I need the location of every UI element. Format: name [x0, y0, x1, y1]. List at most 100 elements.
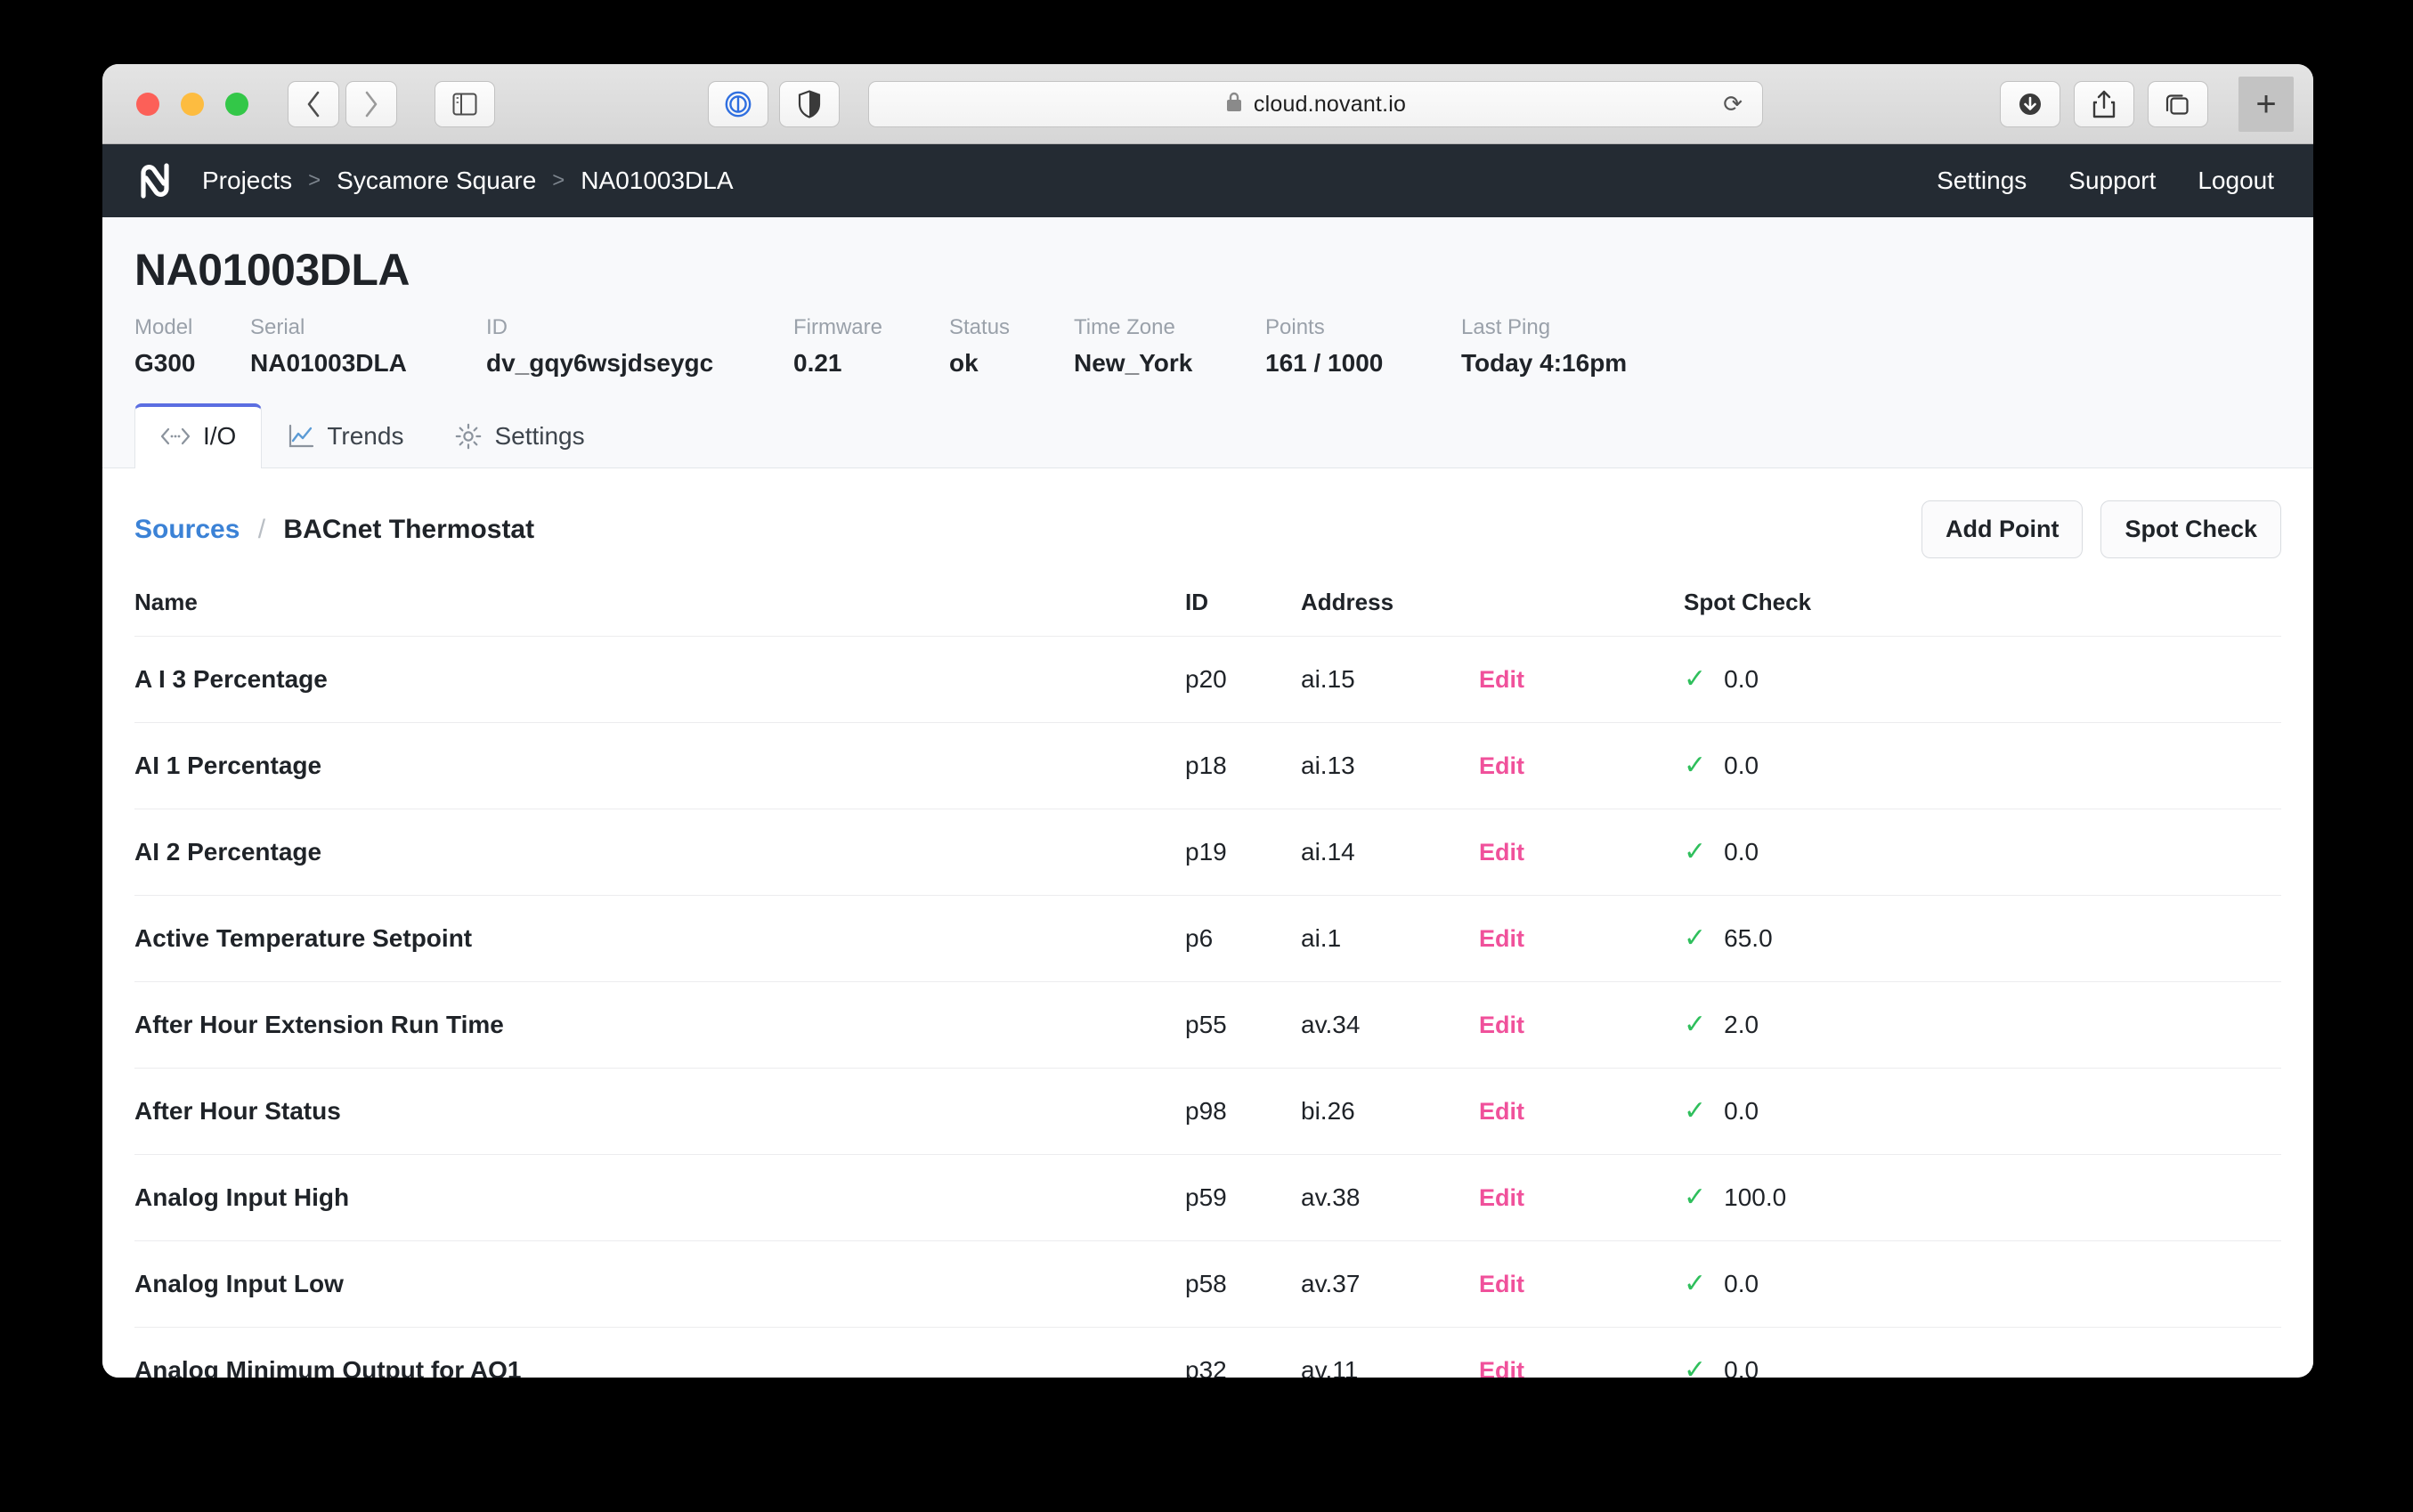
column-header-address: Address: [1301, 589, 1479, 637]
tab-settings[interactable]: Settings: [429, 403, 610, 468]
edit-cell[interactable]: Edit: [1479, 1328, 1684, 1378]
breadcrumb-item-device[interactable]: NA01003DLA: [581, 167, 733, 195]
meta-label: Time Zone: [1074, 315, 1265, 340]
checkmark-icon: ✓: [1684, 1098, 1706, 1125]
point-id: p6: [1185, 896, 1301, 982]
meta-points: Points 161 / 1000: [1265, 315, 1461, 378]
table-row[interactable]: Analog Input Low p58 av.37 Edit ✓ 0.0: [134, 1241, 2281, 1328]
edit-link[interactable]: Edit: [1479, 1098, 1524, 1125]
privacy-shield-icon[interactable]: [779, 81, 840, 127]
breadcrumb-item-project[interactable]: Sycamore Square: [337, 167, 536, 195]
tab-trends[interactable]: Trends: [262, 403, 429, 468]
table-row[interactable]: After Hour Extension Run Time p55 av.34 …: [134, 982, 2281, 1069]
edit-cell[interactable]: Edit: [1479, 1069, 1684, 1155]
edit-cell[interactable]: Edit: [1479, 809, 1684, 896]
table-row[interactable]: AI 1 Percentage p18 ai.13 Edit ✓ 0.0: [134, 723, 2281, 809]
reader-mode-icon[interactable]: [708, 81, 768, 127]
new-tab-button[interactable]: +: [2238, 77, 2294, 132]
tab-overview-icon[interactable]: [2148, 81, 2208, 127]
table-row[interactable]: A I 3 Percentage p20 ai.15 Edit ✓ 0.0: [134, 637, 2281, 723]
point-name: Analog Input Low: [134, 1241, 1185, 1328]
edit-link[interactable]: Edit: [1479, 666, 1524, 693]
edit-link[interactable]: Edit: [1479, 925, 1524, 952]
table-row[interactable]: Active Temperature Setpoint p6 ai.1 Edit…: [134, 896, 2281, 982]
breadcrumb-separator: >: [308, 168, 321, 193]
spot-check-cell: ✓ 2.0: [1684, 982, 2281, 1069]
point-id: p18: [1185, 723, 1301, 809]
novant-logo[interactable]: [134, 160, 175, 201]
point-address: av.11: [1301, 1328, 1479, 1378]
nav-link-logout[interactable]: Logout: [2198, 167, 2274, 195]
meta-label: Last Ping: [1461, 315, 1728, 340]
url-bar[interactable]: cloud.novant.io ⟳: [868, 81, 1763, 127]
spot-check-value: 0.0: [1724, 1356, 1759, 1378]
point-name: A I 3 Percentage: [134, 637, 1185, 723]
sources-link[interactable]: Sources: [134, 515, 240, 544]
nav-link-settings[interactable]: Settings: [1937, 167, 2027, 195]
spot-check-value: 65.0: [1724, 924, 1773, 953]
breadcrumb-separator: >: [552, 168, 565, 193]
add-point-button[interactable]: Add Point: [1921, 500, 2083, 558]
point-address: av.38: [1301, 1155, 1479, 1241]
device-tabs: I/O Trends: [102, 402, 2313, 467]
breadcrumb-item-projects[interactable]: Projects: [202, 167, 292, 195]
window-controls[interactable]: [136, 93, 248, 116]
reload-icon[interactable]: ⟳: [1723, 91, 1743, 118]
tab-label: I/O: [203, 422, 236, 451]
back-chevron-icon[interactable]: [288, 81, 339, 127]
edit-cell[interactable]: Edit: [1479, 896, 1684, 982]
app-navigation-bar: Projects > Sycamore Square > NA01003DLA …: [102, 144, 2313, 217]
table-row[interactable]: After Hour Status p98 bi.26 Edit ✓ 0.0: [134, 1069, 2281, 1155]
meta-model: Model G300: [134, 315, 250, 378]
edit-cell[interactable]: Edit: [1479, 637, 1684, 723]
spot-check-cell: ✓ 0.0: [1684, 723, 2281, 809]
edit-link[interactable]: Edit: [1479, 1271, 1524, 1297]
share-icon[interactable]: [2074, 81, 2134, 127]
point-name: After Hour Extension Run Time: [134, 982, 1185, 1069]
checkmark-icon: ✓: [1684, 839, 1706, 866]
edit-link[interactable]: Edit: [1479, 1012, 1524, 1038]
maximize-window-button[interactable]: [225, 93, 248, 116]
point-name: Analog Minimum Output for AO1: [134, 1328, 1185, 1378]
edit-link[interactable]: Edit: [1479, 752, 1524, 779]
point-address: bi.26: [1301, 1069, 1479, 1155]
page-title: NA01003DLA: [102, 244, 2313, 296]
edit-cell[interactable]: Edit: [1479, 1155, 1684, 1241]
close-window-button[interactable]: [136, 93, 159, 116]
source-actions: Add Point Spot Check: [1921, 500, 2281, 558]
minimize-window-button[interactable]: [181, 93, 204, 116]
spot-check-button[interactable]: Spot Check: [2100, 500, 2281, 558]
meta-value: dv_gqy6wsjdseygc: [486, 349, 793, 378]
edit-link[interactable]: Edit: [1479, 1357, 1524, 1378]
meta-label: ID: [486, 315, 793, 340]
tab-io[interactable]: I/O: [134, 403, 262, 468]
edit-cell[interactable]: Edit: [1479, 723, 1684, 809]
edit-cell[interactable]: Edit: [1479, 1241, 1684, 1328]
spot-check-value: 100.0: [1724, 1183, 1786, 1212]
edit-cell[interactable]: Edit: [1479, 982, 1684, 1069]
current-source-label: BACnet Thermostat: [283, 515, 534, 544]
point-id: p32: [1185, 1328, 1301, 1378]
edit-link[interactable]: Edit: [1479, 839, 1524, 866]
spot-check-cell: ✓ 0.0: [1684, 1328, 2281, 1378]
edit-link[interactable]: Edit: [1479, 1184, 1524, 1211]
download-icon[interactable]: [2000, 81, 2060, 127]
meta-value: ok: [949, 349, 1074, 378]
table-row[interactable]: AI 2 Percentage p19 ai.14 Edit ✓ 0.0: [134, 809, 2281, 896]
sidebar-toggle-icon[interactable]: [435, 81, 495, 127]
url-text: cloud.novant.io: [1254, 92, 1406, 118]
table-row[interactable]: Analog Minimum Output for AO1 p32 av.11 …: [134, 1328, 2281, 1378]
table-row[interactable]: Analog Input High p59 av.38 Edit ✓ 100.0: [134, 1155, 2281, 1241]
forward-chevron-icon[interactable]: [345, 81, 397, 127]
code-brackets-icon: [160, 427, 191, 446]
checkmark-icon: ✓: [1684, 752, 1706, 779]
device-header: NA01003DLA Model G300 Serial NA01003DLA …: [102, 217, 2313, 468]
point-name: AI 2 Percentage: [134, 809, 1185, 896]
nav-link-support[interactable]: Support: [2068, 167, 2156, 195]
spot-check-value: 0.0: [1724, 1097, 1759, 1126]
table-body: A I 3 Percentage p20 ai.15 Edit ✓ 0.0 AI…: [134, 637, 2281, 1378]
table-header-row: Name ID Address Spot Check: [134, 589, 2281, 637]
checkmark-icon: ✓: [1684, 1357, 1706, 1378]
checkmark-icon: ✓: [1684, 1184, 1706, 1211]
point-id: p55: [1185, 982, 1301, 1069]
